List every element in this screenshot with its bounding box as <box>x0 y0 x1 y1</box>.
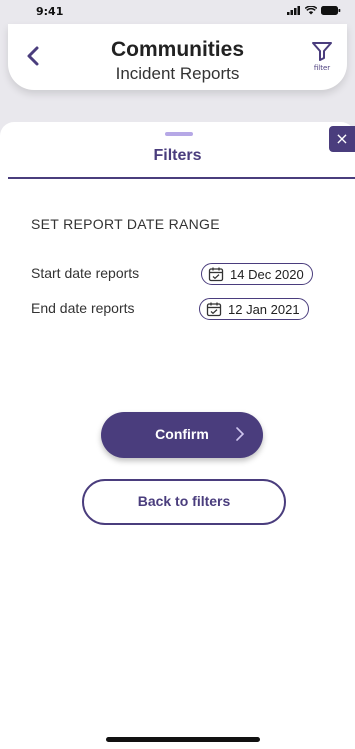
end-date-value: 12 Jan 2021 <box>228 301 300 317</box>
chevron-right-icon <box>236 427 245 441</box>
filter-icon <box>312 42 332 61</box>
filters-sheet: × Filters SET REPORT DATE RANGE Start da… <box>0 122 355 749</box>
calendar-icon <box>208 267 224 282</box>
filter-button[interactable]: filter <box>305 40 339 80</box>
wifi-icon <box>305 6 317 15</box>
back-to-filters-label: Back to filters <box>137 493 231 509</box>
drag-handle[interactable] <box>165 132 193 136</box>
start-date-value: 14 Dec 2020 <box>230 266 304 282</box>
confirm-button[interactable]: Confirm <box>101 412 263 458</box>
home-indicator <box>106 737 260 742</box>
battery-icon <box>321 6 341 15</box>
start-date-label: Start date reports <box>31 265 140 281</box>
status-icons <box>287 6 341 15</box>
signal-icon <box>287 6 300 15</box>
page-title: Communities <box>110 38 244 61</box>
page-subtitle: Incident Reports <box>115 64 240 83</box>
status-time: 9:41 <box>36 5 64 18</box>
divider <box>8 177 355 179</box>
filter-caption: filter <box>313 64 331 72</box>
back-to-filters-button[interactable]: Back to filters <box>82 479 286 525</box>
close-icon: × <box>335 129 349 148</box>
section-title: SET REPORT DATE RANGE <box>31 216 220 232</box>
status-bar: 9:41 <box>0 0 355 24</box>
end-date-label: End date reports <box>31 300 135 316</box>
start-date-picker[interactable]: 14 Dec 2020 <box>201 263 313 285</box>
sheet-title: Filters <box>153 147 202 164</box>
calendar-icon <box>206 302 222 317</box>
header-card: Communities Incident Reports filter <box>8 24 347 90</box>
end-date-picker[interactable]: 12 Jan 2021 <box>199 298 309 320</box>
